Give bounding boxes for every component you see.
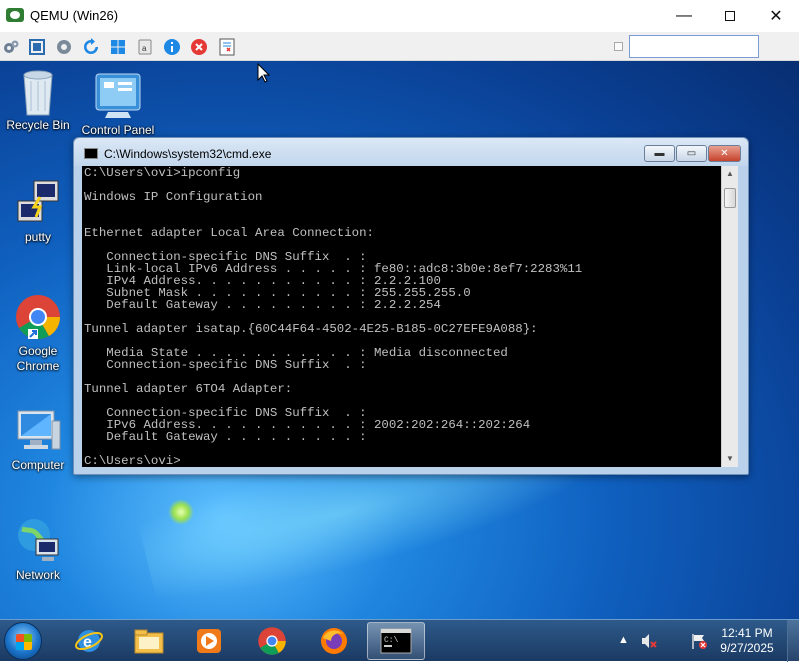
windows-icon[interactable]: [109, 38, 127, 56]
desktop-icon-control-panel[interactable]: Control Panel: [80, 72, 156, 138]
close-icon: ✕: [720, 148, 729, 159]
internet-explorer-icon: e: [75, 630, 103, 652]
chrome-icon: [14, 293, 62, 341]
taskbar-cmd[interactable]: C:\: [367, 622, 425, 660]
cmd-icon: C:\: [380, 628, 412, 654]
toolbar-input[interactable]: [629, 35, 759, 58]
usb-drive-icon[interactable]: a: [136, 38, 154, 56]
qemu-titlebar: QEMU (Win26) — ✕: [0, 0, 799, 32]
start-button[interactable]: [4, 622, 42, 660]
svg-text:C:\: C:\: [384, 636, 399, 645]
settings-gears-icon[interactable]: [2, 38, 20, 56]
qemu-logo-icon: [6, 8, 24, 22]
desktop-icon-network[interactable]: Network: [0, 517, 76, 583]
scroll-thumb[interactable]: [724, 188, 736, 208]
clock-time: 12:41 PM: [721, 626, 773, 640]
desktop-icon-label: putty: [24, 230, 51, 244]
cmd-window[interactable]: C:\Windows\system32\cmd.exe ▬ ▭ ✕ C:\Use…: [73, 137, 749, 475]
minimize-icon: ▬: [654, 148, 665, 159]
network-icon: [14, 517, 62, 565]
scroll-down-icon[interactable]: ▼: [722, 451, 738, 467]
desktop-icon-google-chrome[interactable]: Google Chrome: [0, 293, 76, 374]
show-desktop-button[interactable]: [787, 620, 799, 662]
desktop-icon-label: Google Chrome: [16, 344, 60, 373]
cmd-titlebar[interactable]: C:\Windows\system32\cmd.exe ▬ ▭ ✕: [74, 138, 748, 166]
media-player-icon: [197, 629, 221, 653]
volume-muted-icon[interactable]: [640, 632, 658, 650]
taskbar-clock[interactable]: 12:41 PM 9/27/2025: [712, 626, 782, 656]
mouse-cursor-icon: [257, 63, 271, 83]
cmd-scrollbar[interactable]: ▲ ▼: [721, 166, 738, 467]
cmd-maximize-button[interactable]: ▭: [676, 145, 707, 162]
cmd-minimize-button[interactable]: ▬: [644, 145, 675, 162]
desktop-icon-recycle-bin[interactable]: Recycle Bin: [0, 67, 76, 133]
file-explorer-icon: [134, 629, 164, 654]
screenshot-icon[interactable]: [218, 38, 236, 56]
stop-icon[interactable]: [190, 38, 208, 56]
minimize-button[interactable]: —: [661, 0, 707, 32]
clock-date: 9/27/2025: [720, 641, 774, 655]
scroll-up-icon[interactable]: ▲: [722, 166, 738, 182]
desktop-icon-label: Network: [15, 568, 60, 582]
close-button[interactable]: ✕: [753, 0, 799, 32]
firefox-icon: [321, 628, 347, 654]
info-icon[interactable]: [163, 38, 181, 56]
tray-overflow-icon[interactable]: ▲: [618, 634, 629, 646]
action-center-flag-icon[interactable]: [690, 632, 708, 650]
desktop-icon-label: Recycle Bin: [6, 118, 70, 132]
svg-text:a: a: [142, 44, 147, 53]
chrome-icon: [258, 627, 286, 655]
fullscreen-icon[interactable]: [28, 38, 46, 56]
qemu-toolbar: a: [0, 32, 799, 61]
close-icon: ✕: [769, 8, 783, 25]
recycle-bin-icon: [14, 67, 62, 116]
putty-icon: [14, 179, 62, 227]
desktop-icon-label: Control Panel: [81, 123, 155, 137]
cmd-title: C:\Windows\system32\cmd.exe: [104, 147, 272, 161]
toolbar-checkbox[interactable]: [614, 42, 623, 51]
desktop-icon-label: Computer: [11, 458, 65, 472]
cmd-output: C:\Users\ovi>ipconfig Windows IP Configu…: [84, 166, 583, 467]
taskbar-internet-explorer[interactable]: e: [60, 622, 118, 660]
maximize-button[interactable]: [707, 0, 753, 32]
taskbar-chrome[interactable]: [243, 622, 301, 660]
cmd-console[interactable]: C:\Users\ovi>ipconfig Windows IP Configu…: [82, 166, 738, 467]
computer-icon: [14, 407, 62, 455]
desktop-icon-putty[interactable]: putty: [0, 179, 76, 245]
maximize-icon: ▭: [686, 148, 697, 159]
cmd-close-button[interactable]: ✕: [708, 145, 741, 162]
taskbar-firefox[interactable]: [305, 622, 363, 660]
taskbar-file-explorer[interactable]: [120, 622, 178, 660]
minimize-icon: —: [676, 7, 692, 24]
desktop-icon-computer[interactable]: Computer: [0, 407, 76, 473]
maximize-icon: [725, 11, 735, 21]
gear-icon[interactable]: [55, 38, 73, 56]
taskbar-media-player[interactable]: [180, 622, 238, 660]
refresh-icon[interactable]: [82, 38, 100, 56]
control-panel-icon: [94, 72, 142, 120]
taskbar: e C:\ ▲ 12:41 PM 9/27/2025: [0, 619, 799, 662]
window-title: QEMU (Win26): [30, 8, 119, 23]
cmd-window-icon: [84, 148, 98, 159]
